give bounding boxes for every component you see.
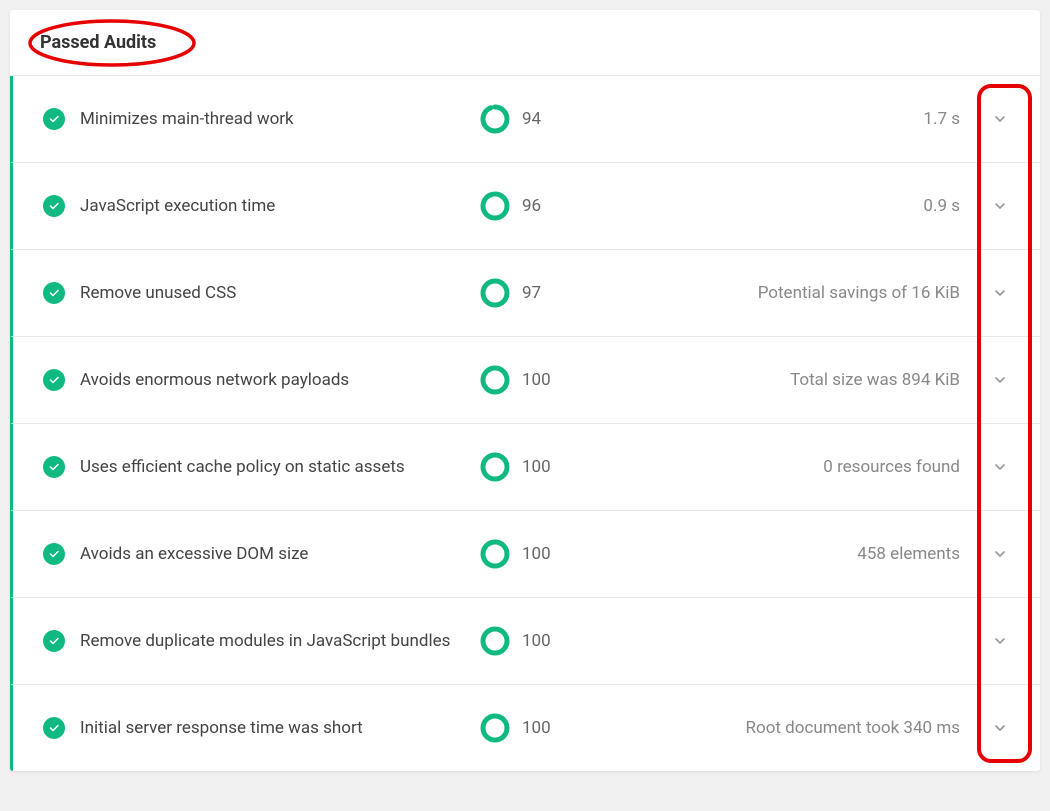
audit-score: 96 (522, 196, 541, 216)
audit-title: Minimizes main-thread work (80, 108, 480, 130)
check-icon (43, 195, 65, 217)
chevron-down-icon[interactable] (990, 459, 1010, 475)
score-ring-icon (480, 191, 510, 221)
check-icon (43, 369, 65, 391)
audit-score: 100 (522, 457, 551, 477)
audit-row[interactable]: Minimizes main-thread work 94 1.7 s (10, 76, 1040, 163)
score-wrap: 100 (480, 713, 600, 743)
audit-row[interactable]: JavaScript execution time 96 0.9 s (10, 163, 1040, 250)
audit-detail: Root document took 340 ms (600, 718, 990, 738)
audit-row[interactable]: Remove unused CSS 97 Potential savings o… (10, 250, 1040, 337)
check-icon (43, 543, 65, 565)
section-header[interactable]: Passed Audits (10, 10, 1040, 76)
score-ring-icon (480, 626, 510, 656)
audit-detail: 0.9 s (600, 196, 990, 216)
check-icon (43, 630, 65, 652)
score-wrap: 97 (480, 278, 600, 308)
audit-score: 100 (522, 718, 551, 738)
audit-score: 94 (522, 109, 541, 129)
audit-title: Remove duplicate modules in JavaScript b… (80, 630, 480, 652)
check-icon (43, 282, 65, 304)
audit-score: 100 (522, 631, 551, 651)
score-ring-icon (480, 104, 510, 134)
audit-row[interactable]: Remove duplicate modules in JavaScript b… (10, 598, 1040, 685)
passed-audits-card: Passed Audits Minimizes main-thread work… (10, 10, 1040, 771)
chevron-down-icon[interactable] (990, 633, 1010, 649)
audit-detail: 1.7 s (600, 109, 990, 129)
audit-title: Avoids enormous network payloads (80, 369, 480, 391)
score-ring-icon (480, 713, 510, 743)
audit-title: JavaScript execution time (80, 195, 480, 217)
check-icon (43, 456, 65, 478)
section-title: Passed Audits (40, 32, 156, 53)
audit-list: Minimizes main-thread work 94 1.7 s Java… (10, 76, 1040, 771)
audit-score: 100 (522, 370, 551, 390)
audit-title: Remove unused CSS (80, 282, 480, 304)
audit-score: 97 (522, 283, 541, 303)
score-wrap: 94 (480, 104, 600, 134)
audit-row[interactable]: Uses efficient cache policy on static as… (10, 424, 1040, 511)
check-icon (43, 108, 65, 130)
audit-title: Initial server response time was short (80, 717, 480, 739)
audit-title: Uses efficient cache policy on static as… (80, 456, 480, 478)
chevron-down-icon[interactable] (990, 546, 1010, 562)
audit-detail: Total size was 894 KiB (600, 370, 990, 390)
score-ring-icon (480, 278, 510, 308)
audit-detail: 0 resources found (600, 457, 990, 477)
chevron-down-icon[interactable] (990, 285, 1010, 301)
audit-row[interactable]: Avoids enormous network payloads 100 Tot… (10, 337, 1040, 424)
audit-row[interactable]: Avoids an excessive DOM size 100 458 ele… (10, 511, 1040, 598)
chevron-down-icon[interactable] (990, 198, 1010, 214)
chevron-down-icon[interactable] (990, 372, 1010, 388)
check-icon (43, 717, 65, 739)
score-wrap: 100 (480, 626, 600, 656)
score-wrap: 100 (480, 365, 600, 395)
score-ring-icon (480, 539, 510, 569)
score-wrap: 96 (480, 191, 600, 221)
audit-detail: Potential savings of 16 KiB (600, 283, 990, 303)
audit-score: 100 (522, 544, 551, 564)
chevron-down-icon[interactable] (990, 111, 1010, 127)
score-ring-icon (480, 452, 510, 482)
audit-row[interactable]: Initial server response time was short 1… (10, 685, 1040, 771)
score-ring-icon (480, 365, 510, 395)
chevron-down-icon[interactable] (990, 720, 1010, 736)
score-wrap: 100 (480, 539, 600, 569)
audit-detail: 458 elements (600, 544, 990, 564)
audit-title: Avoids an excessive DOM size (80, 543, 480, 565)
score-wrap: 100 (480, 452, 600, 482)
